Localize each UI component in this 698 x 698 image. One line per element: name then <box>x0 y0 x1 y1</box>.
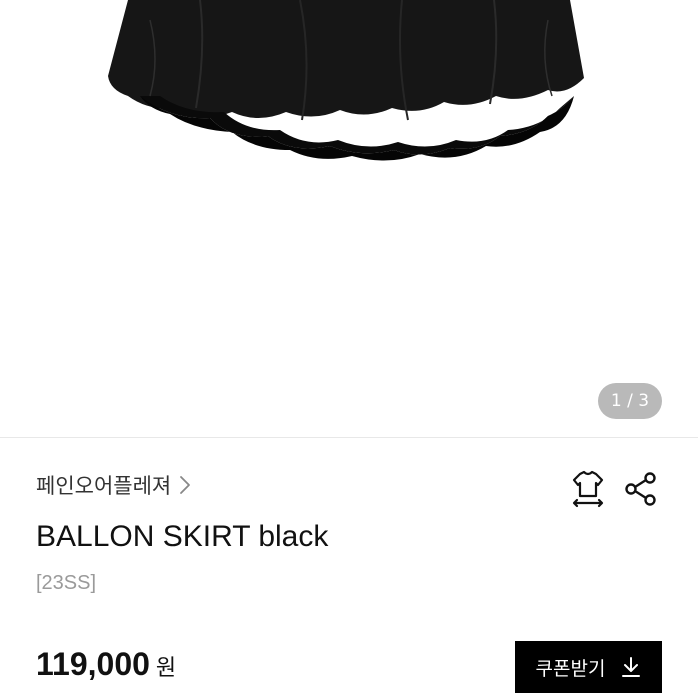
divider <box>0 437 698 438</box>
page-indicator: 1 / 3 <box>598 383 662 419</box>
product-title: BALLON SKIRT black <box>36 520 329 553</box>
download-icon <box>622 657 641 677</box>
coupon-download-button[interactable]: 쿠폰받기 <box>515 641 662 693</box>
brand-link[interactable]: 페인오어플레져 <box>36 470 191 500</box>
share-icon[interactable] <box>622 470 660 508</box>
price: 119,000 원 <box>36 646 176 683</box>
skirt-product-image <box>108 0 584 161</box>
price-amount: 119,000 <box>36 646 150 682</box>
fit-size-icon[interactable] <box>568 468 608 508</box>
chevron-right-icon <box>180 476 191 494</box>
season-tag: [23SS] <box>36 572 97 594</box>
price-currency: 원 <box>155 656 177 681</box>
product-image-gallery[interactable]: 1 / 3 <box>0 0 698 437</box>
coupon-button-label: 쿠폰받기 <box>535 658 606 680</box>
brand-name: 페인오어플레져 <box>36 474 172 498</box>
